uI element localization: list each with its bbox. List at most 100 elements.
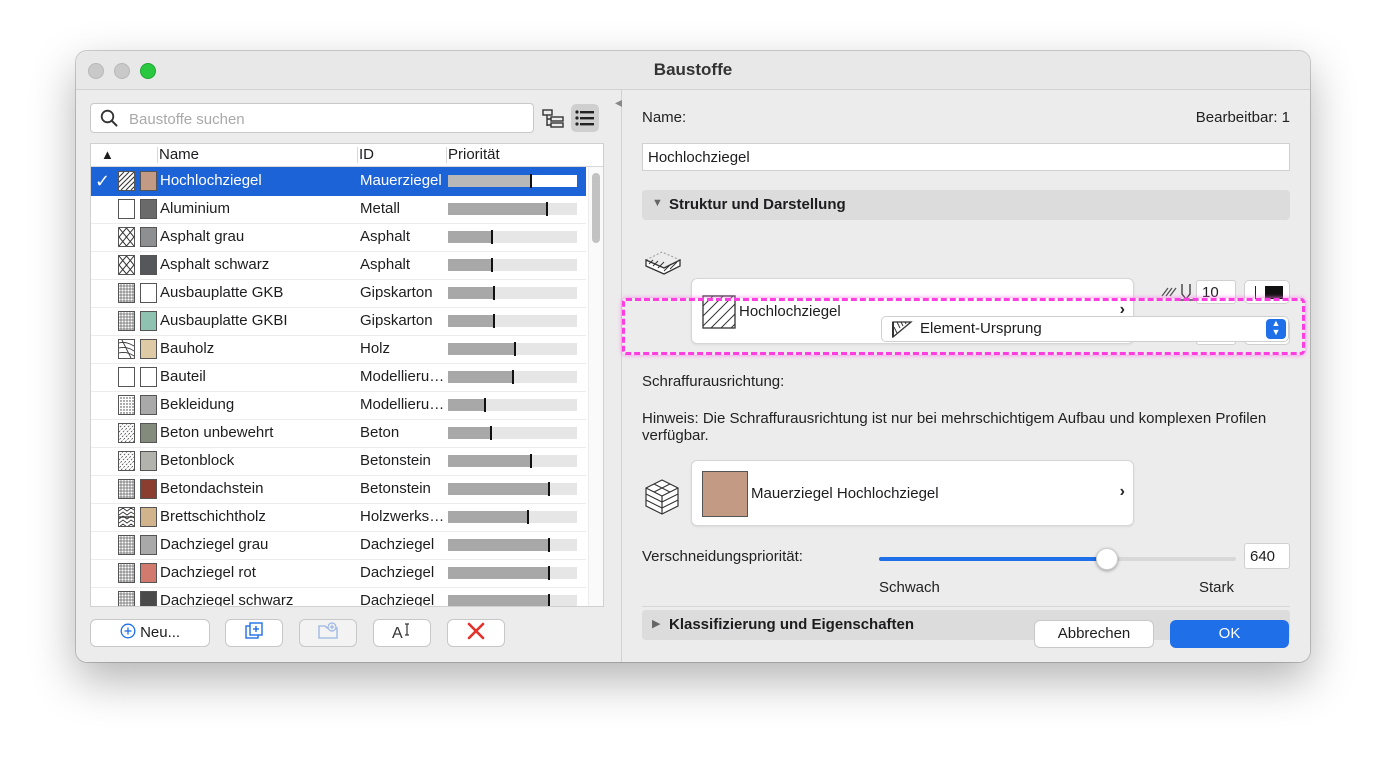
highlight-annotation	[622, 298, 1305, 355]
list-view-button[interactable]	[571, 104, 599, 132]
color-swatch	[140, 311, 157, 331]
table-scrollbar[interactable]	[588, 167, 603, 606]
row-priority-bar	[448, 454, 577, 468]
slider-min-label: Schwach	[879, 579, 940, 596]
hatch-pattern-icon	[100, 171, 155, 191]
row-priority-bar	[448, 538, 577, 552]
table-row[interactable]: Ausbauplatte GKBI Gipskarton	[91, 307, 586, 336]
row-name: Beton unbewehrt	[160, 424, 274, 441]
table-row[interactable]: Betonblock Betonstein	[91, 447, 586, 476]
priority-label: Verschneidungspriorität:	[642, 548, 803, 565]
plus-circle-icon	[120, 623, 136, 639]
row-id: Betonstein	[360, 452, 431, 469]
row-name: Ausbauplatte GKB	[160, 284, 284, 301]
hatch-pattern-icon	[118, 255, 135, 275]
material-settings-pane: Name: Bearbeitbar: 1 Hochlochziegel ▼ St…	[622, 90, 1310, 662]
color-swatch	[140, 423, 157, 443]
priority-slider-fill	[879, 557, 1108, 561]
rename-button[interactable]: A	[373, 619, 431, 647]
table-row[interactable]: Asphalt schwarz Asphalt	[91, 251, 586, 280]
name-field[interactable]: Hochlochziegel	[642, 143, 1290, 171]
color-swatch	[140, 507, 157, 527]
hatch-pattern-icon	[118, 507, 135, 528]
row-id: Gipskarton	[360, 312, 433, 329]
table-row[interactable]: Brettschichtholz Holzwerkstoff	[91, 503, 586, 532]
slider-max-label: Stark	[1199, 579, 1235, 596]
hatch-pattern-icon	[118, 199, 135, 219]
table-row[interactable]: Bekleidung Modellierungsbaustoff	[91, 391, 586, 420]
search-input[interactable]	[127, 107, 521, 131]
table-row[interactable]: Beton unbewehrt Beton	[91, 419, 586, 448]
color-swatch	[140, 563, 157, 583]
table-row[interactable]: Asphalt grau Asphalt	[91, 223, 586, 252]
table-row[interactable]: Dachziegel grau Dachziegel	[91, 531, 586, 560]
row-name: Brettschichtholz	[160, 508, 266, 525]
chevron-right-icon: ›	[1119, 483, 1125, 500]
row-priority-bar	[448, 482, 577, 496]
row-id: Gipskarton	[360, 284, 433, 301]
ok-button[interactable]: OK	[1170, 620, 1289, 648]
color-swatch	[140, 171, 157, 191]
hatch-pattern-icon	[118, 563, 135, 583]
priority-slider[interactable]	[879, 548, 1236, 570]
row-name: Asphalt grau	[160, 228, 245, 245]
row-name: Betonblock	[160, 452, 235, 469]
tree-view-button[interactable]	[539, 104, 567, 132]
name-field-value: Hochlochziegel	[648, 149, 750, 166]
row-priority-bar	[448, 594, 577, 606]
new-material-button[interactable]: Neu...	[90, 619, 210, 647]
table-row[interactable]: Ausbauplatte GKB Gipskarton	[91, 279, 586, 308]
delete-x-icon	[467, 622, 485, 640]
row-name: Asphalt schwarz	[160, 256, 270, 273]
row-id: Asphalt	[360, 228, 411, 245]
rename-text-icon: A	[392, 623, 409, 642]
list-view-icon	[575, 110, 594, 126]
row-name: Dachziegel schwarz	[160, 592, 294, 607]
row-priority-bar	[448, 398, 577, 412]
row-id: Holzwerkstoff	[360, 508, 446, 525]
hatch-pattern-icon	[118, 227, 135, 247]
scrollbar-thumb[interactable]	[592, 173, 600, 243]
row-priority-bar	[448, 230, 577, 244]
search-box[interactable]	[90, 103, 534, 133]
duplicate-button[interactable]	[225, 619, 283, 647]
search-icon	[100, 109, 118, 127]
baustoffe-dialog: Baustoffe Baustoffe suchen ▲ Name ID Pri…	[76, 51, 1310, 662]
column-header-id[interactable]: ID	[359, 146, 374, 163]
surface-name: Mauerziegel Hochlochziegel	[751, 485, 939, 502]
surface-card[interactable]: Mauerziegel Hochlochziegel ›	[691, 460, 1134, 526]
tree-view-icon	[542, 109, 564, 128]
cut-fill-icon	[644, 251, 682, 275]
sort-toggle[interactable]: ▲	[101, 147, 114, 162]
table-row[interactable]: Dachziegel rot Dachziegel	[91, 559, 586, 588]
row-name: Dachziegel rot	[160, 564, 256, 581]
row-priority-bar	[448, 510, 577, 524]
table-row[interactable]: Aluminium Metall	[91, 195, 586, 224]
table-row[interactable]: Bauteil Modellierungsbaustoff	[91, 363, 586, 392]
table-row[interactable]: Betondachstein Betonstein	[91, 475, 586, 504]
color-swatch	[140, 535, 157, 555]
row-id: Beton	[360, 424, 400, 441]
priority-value-field[interactable]: 640	[1244, 543, 1290, 569]
add-to-folder-button[interactable]	[299, 619, 357, 647]
color-swatch	[140, 591, 157, 606]
section-structure-toggle[interactable]: ▼ Struktur und Darstellung	[642, 190, 1290, 220]
materials-table: ▲ Name ID Priorität ✓ Hochlochziegel Mauer…	[90, 143, 604, 607]
name-label: Name:	[642, 109, 687, 126]
row-id: Asphalt	[360, 256, 411, 273]
table-row[interactable]: Dachziegel schwarz Dachziegel	[91, 587, 586, 607]
table-header: ▲ Name ID Priorität	[91, 144, 603, 167]
priority-slider-knob[interactable]	[1096, 548, 1119, 570]
color-swatch	[140, 451, 157, 471]
delete-button[interactable]	[447, 619, 505, 647]
row-name: Bauholz	[160, 340, 215, 357]
column-header-priority[interactable]: Priorität	[448, 146, 500, 163]
table-row[interactable]: ✓ Hochlochziegel Mauerziegel	[91, 167, 586, 196]
column-header-name[interactable]: Name	[159, 146, 199, 163]
hatch-pattern-icon	[118, 367, 135, 387]
hatch-pattern-icon	[118, 591, 135, 606]
row-id: Modellierungsbaustoff	[360, 396, 446, 413]
table-row[interactable]: Bauholz Holz	[91, 335, 586, 364]
row-name: Bauteil	[160, 368, 206, 385]
cancel-button[interactable]: Abbrechen	[1034, 620, 1154, 648]
